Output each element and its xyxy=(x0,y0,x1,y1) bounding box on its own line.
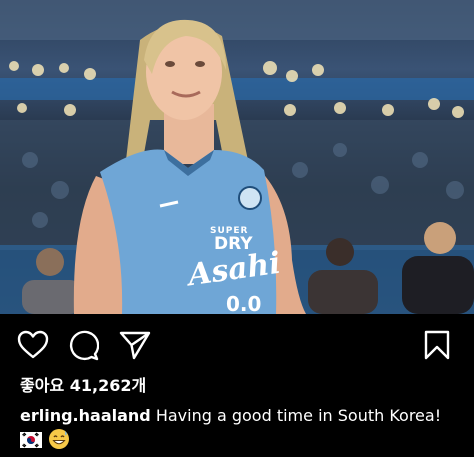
south-korea-flag-icon xyxy=(20,431,42,455)
bookmark-icon[interactable] xyxy=(424,330,450,360)
caption-text: Having a good time in South Korea! xyxy=(150,406,442,425)
send-icon[interactable] xyxy=(119,330,151,360)
grinning-sweat-emoji-icon xyxy=(48,428,70,457)
post-image[interactable]: SUPER DRY Asahi 0.0 xyxy=(0,0,474,314)
likes-count[interactable]: 좋아요 41,262개 xyxy=(20,372,146,396)
comment-icon[interactable] xyxy=(68,330,99,361)
jersey-sponsor-sub: 0.0 xyxy=(226,292,262,314)
post-action-bar xyxy=(0,314,474,372)
post-caption: erling.haaland Having a good time in Sou… xyxy=(20,404,460,457)
caption-username[interactable]: erling.haaland xyxy=(20,406,151,425)
heart-icon[interactable] xyxy=(17,330,49,360)
